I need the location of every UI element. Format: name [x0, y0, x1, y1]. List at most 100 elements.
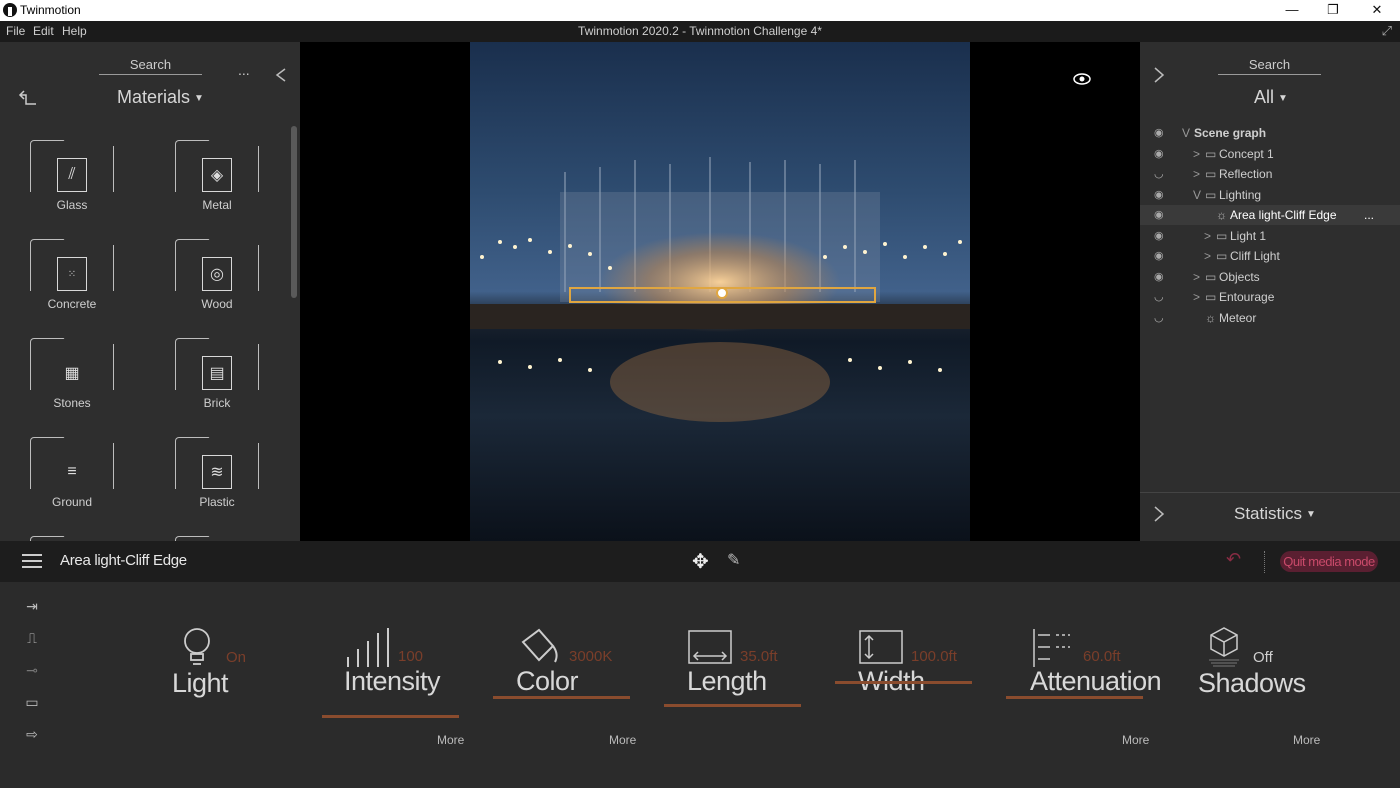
scene-tree-row[interactable]: ◉ > ▭ Concept 1	[1140, 144, 1400, 164]
scene-tree-row[interactable]: ◉ > ▭ Light 1	[1140, 226, 1400, 246]
folder-icon: ▭	[1205, 290, 1217, 304]
library-item-glass[interactable]: ⫽ Glass	[30, 140, 114, 220]
library-item-label: Brick	[203, 396, 231, 410]
intensity-slider[interactable]	[322, 715, 459, 718]
scene-tree-row[interactable]: ◡ > ▭ Entourage	[1140, 287, 1400, 307]
collapse-left-icon[interactable]	[275, 68, 287, 82]
media-icon[interactable]: ▭	[20, 694, 44, 710]
chevron-right-icon[interactable]: >	[1193, 290, 1200, 304]
library-search-input[interactable]: Search	[99, 57, 202, 75]
import-icon[interactable]: ⇥	[20, 598, 44, 614]
restore-button[interactable]: ❐	[1311, 0, 1355, 21]
minimize-button[interactable]: —	[1270, 0, 1314, 21]
menu-file[interactable]: File	[6, 24, 25, 38]
chevron-right-icon[interactable]: >	[1204, 229, 1211, 243]
width-control[interactable]: 100.0ft Width	[835, 582, 985, 788]
library-item-metal[interactable]: ◈ Metal	[175, 140, 259, 220]
color-control[interactable]: 3000K Color More	[493, 582, 643, 788]
folder-icon: ▭	[1205, 269, 1217, 284]
collapse-right-icon[interactable]	[1153, 67, 1165, 83]
eye-visibility-icon[interactable]	[1072, 72, 1092, 86]
eye-visible-icon[interactable]: ◉	[1154, 270, 1164, 283]
eyedropper-icon[interactable]: ✎	[727, 550, 740, 570]
color-more-link[interactable]: More	[609, 733, 636, 747]
window-title-bar: Twinmotion — ❐ ✕	[0, 0, 1400, 21]
attenuation-control[interactable]: 60.0ft Attenuation More	[1006, 582, 1162, 788]
undo-icon[interactable]: ↶	[1226, 549, 1241, 570]
menu-edit[interactable]: Edit	[33, 24, 54, 38]
color-slider[interactable]	[493, 696, 630, 699]
render-preview[interactable]	[470, 42, 970, 541]
scene-tree-row[interactable]: ◡ ☼ Meteor	[1140, 308, 1400, 328]
menu-help[interactable]: Help	[62, 24, 87, 38]
library-item-ground[interactable]: ≡ Ground	[30, 437, 114, 517]
chevron-down-icon[interactable]: V	[1193, 188, 1201, 202]
chevron-right-icon[interactable]: >	[1193, 147, 1200, 161]
eye-visible-icon[interactable]: ◉	[1154, 249, 1164, 262]
shadows-more-link[interactable]: More	[1293, 733, 1320, 747]
eye-visible-icon[interactable]: ◉	[1154, 147, 1164, 160]
eye-hidden-icon[interactable]: ◡	[1154, 167, 1164, 180]
back-arrow-icon[interactable]	[18, 89, 38, 107]
scene-tree-row[interactable]: ◉ ☼ Area light-Cliff Edge...	[1140, 205, 1400, 225]
eye-visible-icon[interactable]: ◉	[1154, 188, 1164, 201]
chevron-right-icon[interactable]: >	[1204, 249, 1211, 263]
scene-tree-row[interactable]: ◉ V ▭ Lighting	[1140, 185, 1400, 205]
length-slider[interactable]	[664, 704, 801, 707]
scene-tree-row[interactable]: ◉ V Scene graph	[1140, 123, 1400, 143]
eye-visible-icon[interactable]: ◉	[1154, 126, 1164, 139]
chevron-down-icon[interactable]: V	[1182, 126, 1190, 140]
library-more-button[interactable]: ...	[238, 62, 250, 78]
scene-search-input[interactable]: Search	[1218, 57, 1321, 75]
scene-tree-row[interactable]: ◉ > ▭ Objects	[1140, 267, 1400, 287]
properties-header: Area light-Cliff Edge ✥ ✎ ↶ Quit media m…	[0, 541, 1400, 582]
library-item-label: Glass	[56, 198, 88, 212]
expand-statistics-icon[interactable]	[1153, 506, 1165, 522]
chevron-right-icon[interactable]: >	[1193, 270, 1200, 284]
hamburger-menu-icon[interactable]	[22, 554, 42, 568]
attenuation-icon	[1033, 629, 1070, 667]
eye-visible-icon[interactable]: ◉	[1154, 208, 1164, 221]
path-icon[interactable]: ⎍	[20, 630, 44, 646]
scene-filter-dropdown[interactable]: All ▼	[1254, 87, 1288, 108]
library-item-wood[interactable]: ◎ Wood	[175, 239, 259, 319]
intensity-control[interactable]: 100 Intensity More	[322, 582, 472, 788]
row-more-button[interactable]: ...	[1364, 208, 1374, 222]
length-control[interactable]: 35.0ft Length	[664, 582, 814, 788]
length-value: 35.0ft	[740, 648, 778, 665]
attenuation-slider[interactable]	[1006, 696, 1143, 699]
document-title: Twinmotion 2020.2 - Twinmotion Challenge…	[578, 24, 822, 38]
scene-tree-row[interactable]: ◡ > ▭ Reflection	[1140, 164, 1400, 184]
export-icon[interactable]: ⇨	[20, 726, 44, 742]
eye-visible-icon[interactable]: ◉	[1154, 229, 1164, 242]
attenuation-more-link[interactable]: More	[1122, 733, 1149, 747]
category-dropdown[interactable]: Materials ▼	[117, 87, 204, 108]
intensity-more-link[interactable]: More	[437, 733, 464, 747]
shadows-control[interactable]: Off Shadows More	[1177, 582, 1327, 788]
library-item-stones[interactable]: ▦ Stones	[30, 338, 114, 418]
library-item-brick[interactable]: ▤ Brick	[175, 338, 259, 418]
library-item-concrete[interactable]: ⁙ Concrete	[30, 239, 114, 319]
statistics-dropdown[interactable]: Statistics ▼	[1234, 504, 1316, 524]
chevron-right-icon[interactable]: >	[1193, 167, 1200, 181]
scene-render-image	[470, 157, 970, 422]
width-slider[interactable]	[835, 681, 972, 684]
fullscreen-expand-icon[interactable]: ⤢	[1382, 23, 1392, 39]
caret-down-icon: ▼	[1306, 509, 1316, 521]
scene-tree-label: Cliff Light	[1230, 249, 1280, 263]
metal-icon: ◈	[202, 158, 232, 192]
area-light-icon: ☼	[1216, 208, 1227, 222]
light-control[interactable]: On Light	[160, 582, 310, 788]
move-gizmo-icon[interactable]: ✥	[692, 549, 709, 574]
eye-hidden-icon[interactable]: ◡	[1154, 311, 1164, 324]
scene-tree-row[interactable]: ◉ > ▭ Cliff Light	[1140, 246, 1400, 266]
quit-media-mode-button[interactable]: Quit media mode	[1280, 551, 1378, 572]
measure-icon[interactable]: ⊸	[20, 662, 44, 678]
library-item-plastic[interactable]: ≋ Plastic	[175, 437, 259, 517]
close-button[interactable]: ✕	[1355, 0, 1399, 21]
eye-hidden-icon[interactable]: ◡	[1154, 290, 1164, 303]
library-scrollbar[interactable]	[291, 126, 297, 298]
viewport[interactable]	[300, 42, 1140, 541]
properties-panel: ⇥ ⎍ ⊸ ▭ ⇨ On Light 100 Intensity More 30…	[0, 582, 1400, 788]
library-item-label: Stones	[53, 396, 91, 410]
